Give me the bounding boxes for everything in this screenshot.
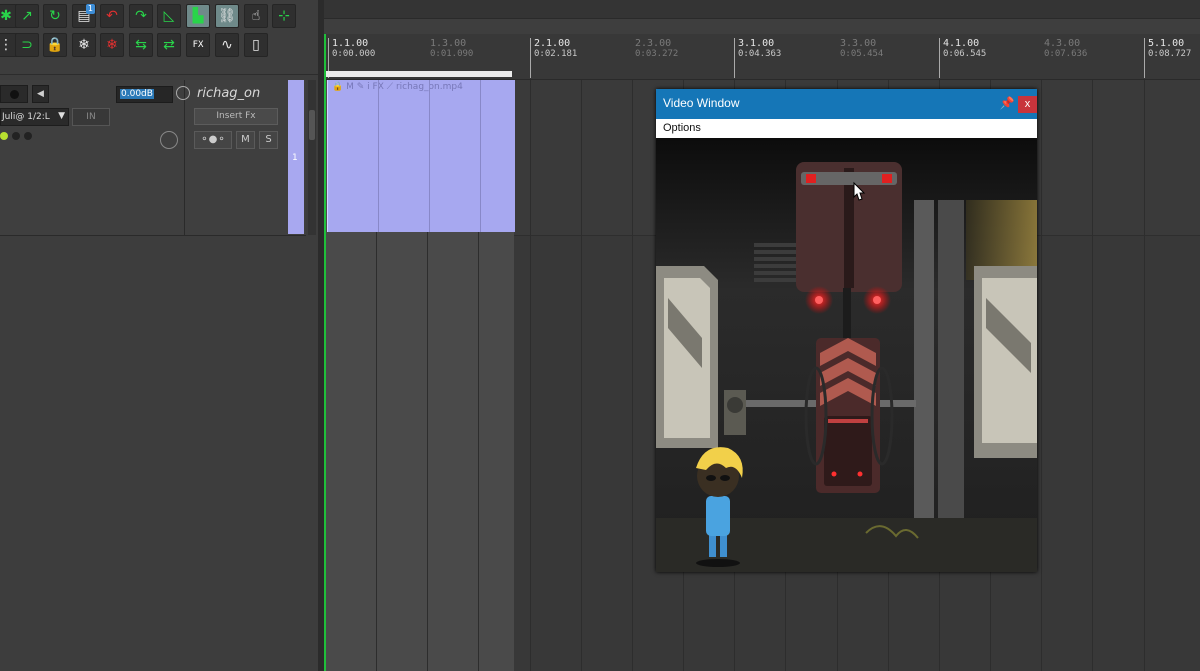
ruler-marker: 4.3.00 0:07.636	[1044, 38, 1088, 59]
device-icon[interactable]: ▯	[244, 33, 268, 57]
ruler-marker: 3.3.00 0:05.454	[840, 38, 884, 59]
media-item[interactable]: 🔒 M ✎ i FX ⟋ richag_on.mp4	[327, 80, 515, 232]
gridline	[1092, 80, 1093, 671]
snap-icon[interactable]: ↗	[15, 4, 39, 28]
ruler-marker: 5.1.00 0:08.727	[1144, 38, 1191, 78]
redo-icon[interactable]: ↷	[129, 4, 153, 28]
volume-value: 0.00dB	[120, 89, 154, 99]
track-icon[interactable]: ▤ 1	[72, 4, 96, 28]
ruler-marker: 4.1.00 0:06.545	[939, 38, 986, 78]
envelope-item-icon[interactable]: ⟋	[387, 82, 393, 92]
mouse-edit-icon[interactable]: ⛓	[215, 4, 239, 28]
fx-icon[interactable]: FX	[186, 33, 210, 57]
game-scene-image	[656, 138, 1037, 572]
monitor-button[interactable]: ◀	[32, 85, 49, 103]
video-window-titlebar[interactable]: Video Window 📌 x	[656, 89, 1037, 119]
video-window-title: Video Window	[663, 96, 740, 110]
arrange-header	[324, 0, 1200, 19]
lock-icon[interactable]: 🔒	[43, 33, 67, 57]
input-fx-button[interactable]: IN	[72, 108, 110, 126]
video-window-menubar: Options	[656, 119, 1037, 138]
close-button[interactable]: x	[1018, 96, 1037, 113]
ruler-marker: 3.1.00 0:04.363	[734, 38, 781, 78]
item-gridline	[429, 80, 430, 232]
envelope-icon[interactable]: ☝	[244, 4, 268, 28]
led	[12, 132, 20, 140]
fx-label: FX	[192, 39, 204, 50]
automation-icon[interactable]: ⊹	[272, 4, 296, 28]
input-select[interactable]: Juli@ 1/2:L ▼	[0, 108, 69, 126]
edit-cursor[interactable]	[324, 34, 326, 671]
video-window[interactable]: Video Window 📌 x Options	[656, 89, 1037, 572]
unfreeze-icon[interactable]: ❄	[100, 33, 124, 57]
phase-knob[interactable]	[160, 131, 178, 149]
gridline	[581, 80, 582, 671]
ruler-marker: 2.1.00 0:02.181	[530, 38, 577, 78]
envelope-button[interactable]: ⚬●⚬	[194, 131, 232, 149]
item-gridline	[480, 80, 481, 232]
notes-icon[interactable]: ✎	[357, 82, 365, 92]
render-selected-icon[interactable]: ⇄	[157, 33, 181, 57]
undo-icon[interactable]: ↶	[100, 4, 124, 28]
midi-led	[0, 132, 8, 140]
media-item-header: 🔒 M ✎ i FX ⟋ richag_on.mp4	[332, 82, 463, 92]
pan-knob[interactable]	[176, 86, 190, 100]
gridline	[1144, 80, 1145, 671]
record-arm-button[interactable]	[0, 85, 28, 103]
waveform-icon[interactable]: ∿	[215, 33, 239, 57]
ruler-marker: 2.3.00 0:03.272	[635, 38, 679, 59]
badge: 1	[85, 4, 95, 14]
gridline	[1041, 80, 1042, 671]
lock-icon[interactable]: 🔒	[332, 82, 343, 92]
track-name[interactable]: richag_on	[197, 86, 260, 101]
freeze-icon[interactable]: ❄	[72, 33, 96, 57]
item-gridline	[378, 80, 379, 232]
mute-button[interactable]: M	[236, 131, 255, 149]
grid-icon[interactable]: ◺	[157, 4, 181, 28]
render-icon[interactable]: ⇆	[129, 33, 153, 57]
main-toolbar: ✱ ↗ ↻ ▤ 1 ↶ ↷ ◺ ▙ ⛓ ☝ ⊹ ⋮ ⊃ 🔒 ❄ ❄ ⇆ ⇄ FX …	[0, 0, 322, 75]
insert-fx-button[interactable]: Insert Fx	[194, 108, 278, 125]
track-header	[0, 80, 306, 236]
input-label: Juli@ 1/2:L	[2, 112, 50, 122]
divider	[184, 80, 185, 235]
solo-button[interactable]: S	[259, 131, 278, 149]
pin-icon[interactable]: 📌	[999, 95, 1015, 111]
volume-field[interactable]: 0.00dB	[116, 86, 173, 103]
chevron-down-icon: ▼	[58, 111, 65, 121]
locking-icon[interactable]: ▙	[186, 4, 210, 28]
loop-region-bar[interactable]	[326, 71, 512, 77]
gridline	[632, 80, 633, 671]
mute-item-icon[interactable]: M	[346, 82, 354, 92]
track-control-panel: ✱ ↗ ↻ ▤ 1 ↶ ↷ ◺ ▙ ⛓ ☝ ⊹ ⋮ ⊃ 🔒 ❄ ❄ ⇆ ⇄ FX …	[0, 0, 322, 671]
led	[24, 132, 32, 140]
info-icon[interactable]: i	[367, 82, 370, 92]
tcp-scrollbar[interactable]	[308, 80, 316, 235]
track-number: 1	[292, 153, 298, 163]
options-menu[interactable]: Options	[663, 122, 701, 134]
ripple-icon[interactable]: ↻	[43, 4, 67, 28]
snap-toggle-icon[interactable]: ⊃	[15, 33, 39, 57]
video-frame	[656, 138, 1037, 572]
gridline	[530, 80, 531, 671]
